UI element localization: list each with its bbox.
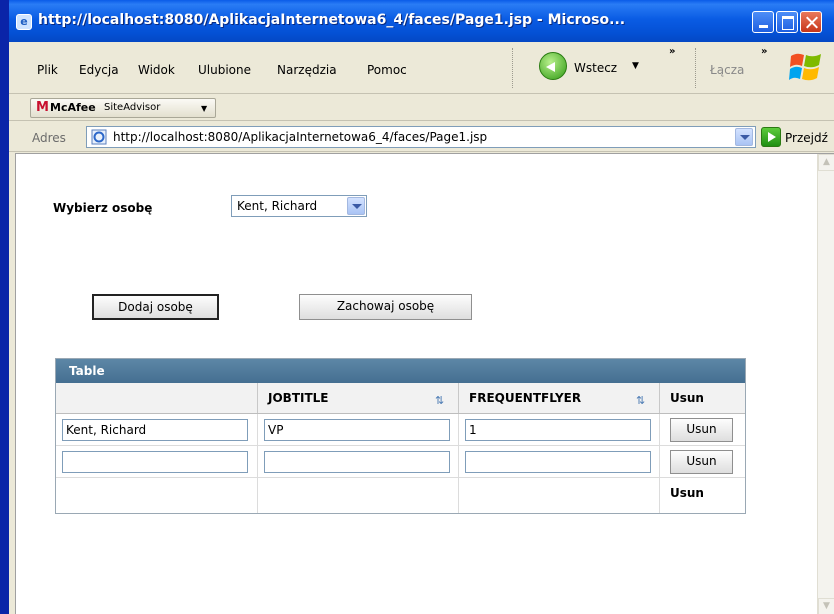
footer-cell xyxy=(258,478,459,513)
ie-page-icon: e xyxy=(16,14,32,30)
delete-button[interactable]: Usun xyxy=(670,418,733,442)
jobtitle-cell xyxy=(258,446,459,478)
menu-edycja[interactable]: Edycja xyxy=(79,63,119,77)
address-label: Adres xyxy=(32,131,66,145)
title-bar: e http://localhost:8080/AplikacjaInterne… xyxy=(9,0,834,42)
scroll-up-icon[interactable]: ▲ xyxy=(818,154,834,171)
person-select-value: Kent, Richard xyxy=(237,199,318,213)
action-cell: Usun xyxy=(660,446,745,478)
go-button[interactable]: Przejdź xyxy=(785,131,828,145)
footer-cell xyxy=(459,478,660,513)
header-jobtitle-label: JOBTITLE xyxy=(268,391,329,405)
header-name xyxy=(56,383,258,413)
save-person-button[interactable]: Zachowaj osobę xyxy=(299,294,472,320)
table-header: JOBTITLE ⇅ FREQUENTFLYER ⇅ Usun xyxy=(56,383,745,414)
jobtitle-input[interactable] xyxy=(264,419,450,441)
table-title: Table xyxy=(56,359,745,383)
person-select[interactable]: Kent, Richard xyxy=(231,195,367,217)
header-jobtitle[interactable]: JOBTITLE ⇅ xyxy=(258,383,459,413)
mcafee-toolbar: M McAfee SiteAdvisor ▼ xyxy=(9,95,834,121)
windows-logo-icon xyxy=(789,53,821,81)
jobtitle-cell xyxy=(258,414,459,446)
menu-plik[interactable]: Plik xyxy=(37,63,58,77)
close-button[interactable] xyxy=(800,11,822,33)
ie-page-icon xyxy=(91,129,107,145)
chevron-down-icon[interactable] xyxy=(347,197,365,215)
sort-icon[interactable]: ⇅ xyxy=(636,394,645,407)
go-arrow-icon[interactable] xyxy=(761,127,781,147)
back-label: Wstecz xyxy=(574,61,618,75)
data-table: Table JOBTITLE ⇅ FREQUENTFLYER ⇅ Usun Ke… xyxy=(55,358,746,514)
chevron-right-icon[interactable]: » xyxy=(761,46,767,57)
window-title: http://localhost:8080/AplikacjaInterneto… xyxy=(38,12,626,28)
minimize-button[interactable] xyxy=(752,11,774,33)
address-dropdown-icon[interactable] xyxy=(735,128,753,146)
desktop-edge xyxy=(0,0,9,614)
links-label[interactable]: Łącza xyxy=(710,63,744,77)
header-frequentflyer[interactable]: FREQUENTFLYER ⇅ xyxy=(459,383,660,413)
name-cell xyxy=(56,446,258,478)
footer-usun-label: Usun xyxy=(670,486,704,500)
header-usun: Usun xyxy=(670,391,704,405)
chevron-right-icon[interactable]: » xyxy=(669,46,675,57)
menu-ulubione[interactable]: Ulubione xyxy=(198,63,251,77)
frequentflyer-input[interactable] xyxy=(465,419,651,441)
page-content: Wybierz osobę Kent, Richard Dodaj osobę … xyxy=(15,153,834,614)
table-footer: Usun xyxy=(56,478,745,513)
mcafee-brand: McAfee xyxy=(50,101,96,114)
name-input[interactable] xyxy=(62,419,248,441)
add-person-button[interactable]: Dodaj osobę xyxy=(92,294,219,320)
toolbar-separator xyxy=(512,48,515,88)
browser-window: e http://localhost:8080/AplikacjaInterne… xyxy=(9,0,834,614)
menu-narzedzia[interactable]: Narzędzia xyxy=(277,63,337,77)
address-bar: Adres http://localhost:8080/AplikacjaInt… xyxy=(9,122,834,152)
frequentflyer-cell xyxy=(459,446,660,478)
delete-button[interactable]: Usun xyxy=(670,450,733,474)
select-person-label: Wybierz osobę xyxy=(53,201,153,215)
name-cell xyxy=(56,414,258,446)
dropdown-arrow-icon: ▼ xyxy=(201,104,208,113)
footer-cell xyxy=(56,478,258,513)
mcafee-siteadvisor-button[interactable]: M McAfee SiteAdvisor ▼ xyxy=(30,98,216,118)
scroll-down-icon[interactable]: ▼ xyxy=(818,598,834,614)
mcafee-product: SiteAdvisor xyxy=(104,102,161,113)
footer-cell: Usun xyxy=(660,478,745,513)
jobtitle-input[interactable] xyxy=(264,451,450,473)
table-row: Usun xyxy=(56,446,745,478)
maximize-button[interactable] xyxy=(776,11,798,33)
dropdown-arrow-icon[interactable]: ▼ xyxy=(632,61,639,71)
back-arrow-icon xyxy=(539,52,567,80)
toolbar-separator xyxy=(695,48,698,88)
sort-icon[interactable]: ⇅ xyxy=(435,394,444,407)
name-input[interactable] xyxy=(62,451,248,473)
table-row: Usun xyxy=(56,414,745,446)
action-cell: Usun xyxy=(660,414,745,446)
address-input[interactable]: http://localhost:8080/AplikacjaInterneto… xyxy=(86,126,756,148)
vertical-scrollbar[interactable]: ▲ ▼ xyxy=(817,154,834,614)
menu-widok[interactable]: Widok xyxy=(138,63,175,77)
address-value: http://localhost:8080/AplikacjaInterneto… xyxy=(113,130,488,144)
menu-pomoc[interactable]: Pomoc xyxy=(367,63,407,77)
frequentflyer-input[interactable] xyxy=(465,451,651,473)
frequentflyer-cell xyxy=(459,414,660,446)
mcafee-logo-icon: M xyxy=(36,100,49,115)
menu-bar: Plik Edycja Widok Ulubione Narzędzia Pom… xyxy=(9,42,834,94)
header-frequentflyer-label: FREQUENTFLYER xyxy=(469,391,582,405)
